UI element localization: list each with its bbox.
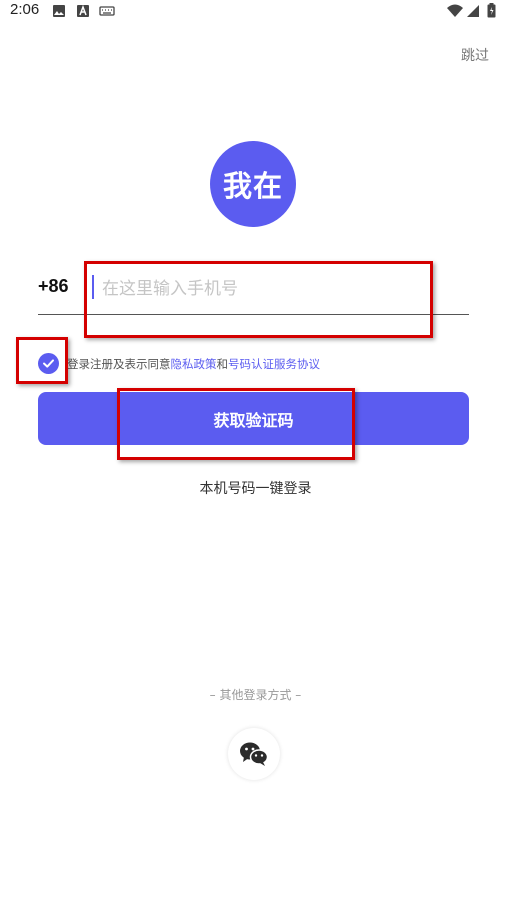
app-logo: 我在	[210, 141, 296, 227]
signal-icon	[466, 3, 480, 22]
status-bar: 2:06	[0, 0, 511, 22]
agreement-text: 登录注册及表示同意隐私政策和号码认证服务协议	[67, 356, 320, 372]
one-tap-label: 本机号码一键登录	[199, 481, 312, 497]
agreement-prefix: 登录注册及表示同意	[67, 357, 171, 371]
status-time: 2:06	[10, 1, 40, 18]
font-icon	[76, 3, 90, 22]
wechat-login-button[interactable]	[228, 728, 280, 780]
service-agreement-link[interactable]: 号码认证服务协议	[228, 357, 320, 371]
privacy-policy-link[interactable]: 隐私政策	[171, 357, 217, 371]
other-login-methods-label: – 其他登录方式 –	[209, 688, 302, 702]
annotation-box-phone	[84, 261, 433, 338]
battery-icon	[487, 3, 496, 22]
one-tap-login-link[interactable]: 本机号码一键登录	[0, 478, 511, 498]
wechat-icon	[240, 742, 269, 766]
agreement-joiner: 和	[216, 357, 229, 371]
annotation-box-checkbox	[16, 337, 68, 384]
keyboard-icon	[99, 3, 115, 22]
agreement-row: 登录注册及表示同意隐私政策和号码认证服务协议	[38, 353, 478, 375]
image-icon	[52, 3, 66, 22]
wifi-icon	[447, 3, 463, 22]
country-code[interactable]: +86	[38, 276, 69, 297]
annotation-box-button	[117, 388, 355, 460]
logo-text: 我在	[222, 169, 283, 203]
skip-button[interactable]: 跳过	[461, 45, 489, 65]
